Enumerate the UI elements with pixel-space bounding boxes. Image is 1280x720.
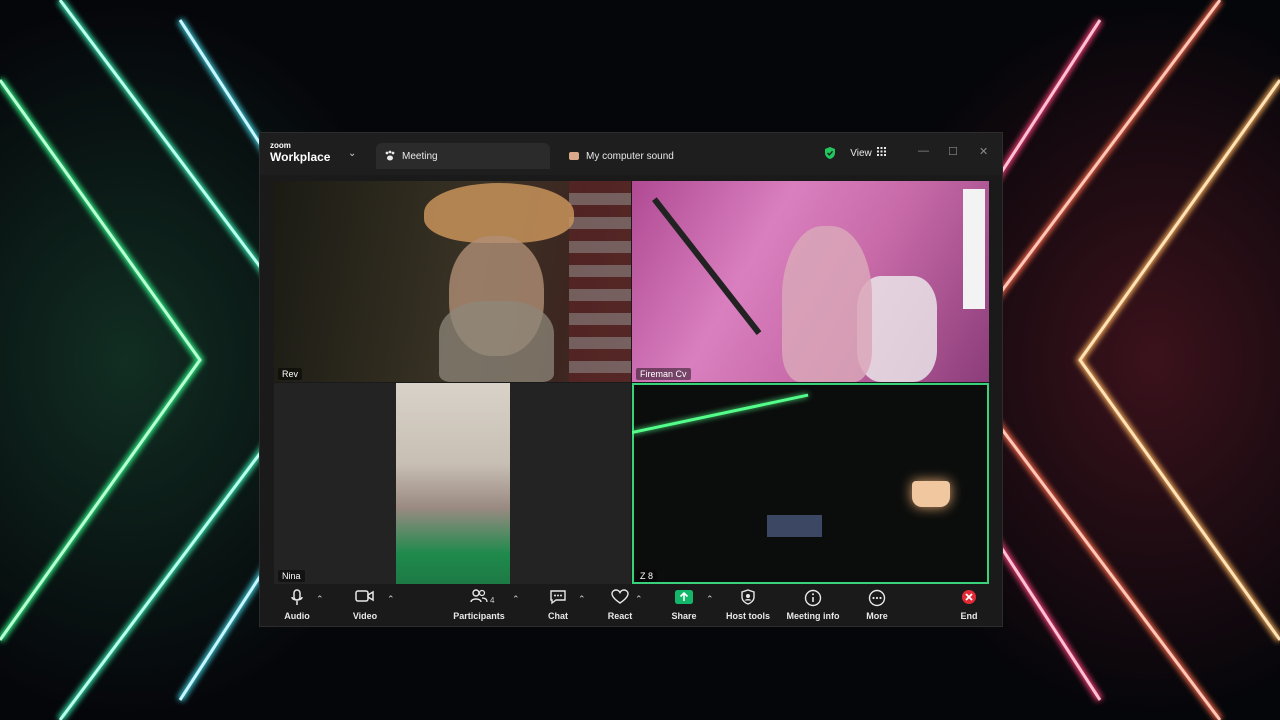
chevron-down-icon[interactable]: ⌄ (348, 148, 356, 159)
cowboy-hat (424, 183, 574, 243)
grid-icon (876, 147, 886, 159)
heart-icon (603, 589, 637, 609)
zoom-meeting-window: zoom Workplace ⌄ Meeting My computer sou… (259, 132, 1003, 627)
participants-count: 4 (490, 596, 495, 605)
shield-icon (726, 589, 770, 609)
audio-label: Audio (284, 611, 310, 621)
minimize-icon[interactable]: — (918, 145, 929, 157)
share-screen-icon (667, 589, 701, 609)
tab-computer-sound-label: My computer sound (586, 150, 674, 162)
participant-video (396, 383, 510, 584)
audio-button[interactable]: Audio (280, 589, 314, 625)
shield-check-icon[interactable] (823, 146, 837, 160)
view-button[interactable]: View (842, 142, 894, 164)
meeting-info-label: Meeting info (786, 611, 840, 621)
video-button[interactable]: Video (348, 589, 382, 625)
microphone-icon (280, 589, 314, 609)
lamp (912, 481, 950, 507)
react-button[interactable]: React (603, 589, 637, 625)
info-icon (786, 589, 840, 609)
react-options-chevron-icon[interactable]: ⌃ (635, 594, 643, 605)
brand-small-text: zoom (270, 141, 291, 150)
neon-strip (632, 393, 809, 434)
participants-button[interactable]: Participants (450, 589, 508, 625)
share-label: Share (671, 611, 697, 621)
react-label: React (607, 611, 633, 621)
audio-options-chevron-icon[interactable]: ⌃ (316, 594, 324, 605)
more-dots-icon (860, 589, 894, 609)
video-options-chevron-icon[interactable]: ⌃ (387, 594, 395, 605)
more-label: More (866, 611, 888, 621)
share-button[interactable]: Share (667, 589, 701, 625)
chat-label: Chat (548, 611, 568, 621)
brand-name: Workplace (270, 150, 331, 164)
paw-icon (384, 150, 396, 162)
participant-name: Fireman Cv (636, 368, 691, 380)
video-tile-z8[interactable]: Z 8 (632, 383, 989, 584)
meeting-info-button[interactable]: Meeting info (786, 589, 840, 625)
video-tile-nina[interactable]: Nina (274, 383, 631, 584)
zoom-workplace-logo[interactable]: zoom Workplace (270, 141, 331, 164)
participants-options-chevron-icon[interactable]: ⌃ (512, 594, 520, 605)
tab-computer-sound[interactable]: My computer sound (560, 143, 730, 169)
participants-label: Participants (453, 611, 505, 621)
tab-meeting[interactable]: Meeting (376, 143, 550, 169)
host-tools-button[interactable]: Host tools (726, 589, 770, 625)
host-tools-label: Host tools (726, 611, 770, 621)
maximize-icon[interactable]: ☐ (948, 145, 958, 158)
more-button[interactable]: More (860, 589, 894, 625)
end-label: End (960, 611, 978, 621)
video-label: Video (352, 611, 378, 621)
video-tile-fireman-cv[interactable]: Fireman Cv (632, 181, 989, 382)
chat-button[interactable]: Chat (542, 589, 574, 625)
end-button[interactable]: End (954, 589, 984, 625)
view-label: View (850, 147, 872, 159)
end-call-icon (954, 589, 984, 609)
chat-options-chevron-icon[interactable]: ⌃ (578, 594, 586, 605)
title-bar: zoom Workplace ⌄ Meeting My computer sou… (260, 133, 1002, 175)
share-options-chevron-icon[interactable]: ⌃ (706, 594, 714, 605)
participant-beard (439, 301, 554, 382)
screen-glow (767, 515, 822, 537)
computer-sound-icon (568, 150, 580, 162)
window-light (963, 189, 985, 309)
video-camera-icon (348, 589, 382, 609)
tab-meeting-label: Meeting (402, 150, 438, 162)
flag-background (569, 181, 631, 382)
chat-bubble-icon (542, 589, 574, 609)
participant-body (782, 226, 872, 382)
meeting-toolbar: Audio ⌃ Video ⌃ Participants 4 ⌃ Chat ⌃ (260, 586, 1002, 626)
video-tile-rev[interactable]: Rev (274, 181, 631, 382)
close-icon[interactable]: ✕ (979, 145, 988, 158)
participant-name: Z 8 (636, 570, 658, 582)
participant-name: Nina (278, 570, 305, 582)
participant-name: Rev (278, 368, 303, 380)
participants-icon (450, 589, 508, 609)
mic-arm (652, 197, 762, 335)
